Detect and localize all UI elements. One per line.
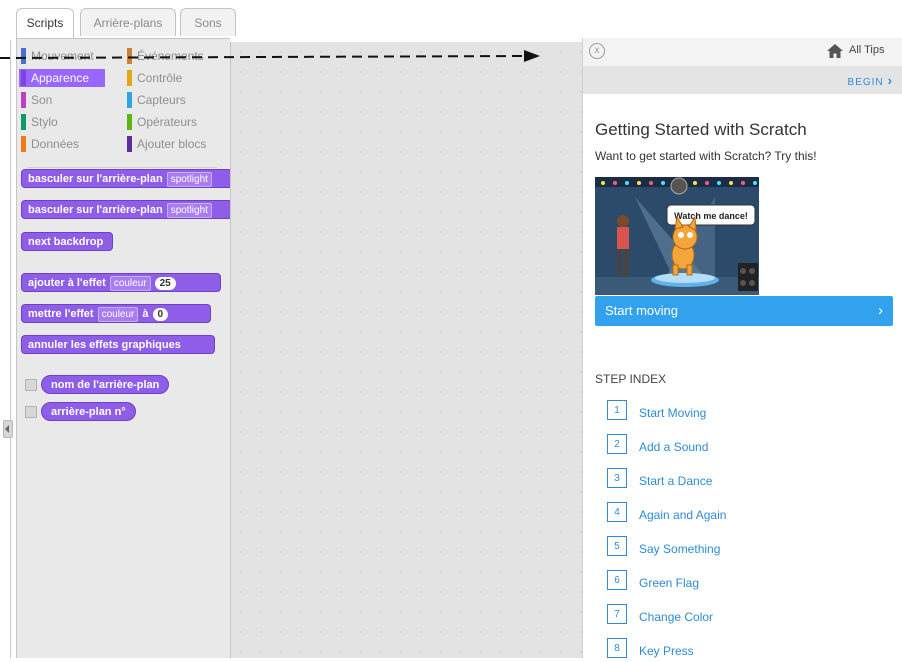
effect-dropdown[interactable]: couleur xyxy=(97,307,139,322)
gutter-divider xyxy=(10,40,11,658)
category-looks[interactable]: Apparence xyxy=(19,69,105,87)
step-number: 2 xyxy=(607,434,627,454)
category-color-swatch xyxy=(127,114,132,130)
home-icon[interactable] xyxy=(827,44,843,58)
step-label: Key Press xyxy=(639,644,694,658)
left-gutter xyxy=(0,0,10,658)
block-palette: Mouvement Événements Apparence Contrôle … xyxy=(16,38,233,658)
backdrop-name-checkbox[interactable] xyxy=(25,379,37,391)
set-effect-block[interactable]: mettre l'effet couleur à 0 xyxy=(21,304,211,323)
category-motion[interactable]: Mouvement xyxy=(19,47,105,65)
category-label: Événements xyxy=(137,49,204,63)
start-moving-label: Start moving xyxy=(605,303,678,318)
tips-subtitle: Want to get started with Scratch? Try th… xyxy=(595,149,817,163)
category-color-swatch xyxy=(21,70,26,86)
tab-scripts[interactable]: Scripts xyxy=(16,8,74,39)
category-sensing[interactable]: Capteurs xyxy=(125,91,225,109)
category-color-swatch xyxy=(127,136,132,152)
scripts-area[interactable] xyxy=(230,42,582,658)
step-number: 6 xyxy=(607,570,627,590)
backdrop-name-reporter[interactable]: nom de l'arrière-plan xyxy=(41,375,170,394)
category-color-swatch xyxy=(21,136,26,152)
step-number: 1 xyxy=(607,400,627,420)
category-label: Mouvement xyxy=(31,49,94,63)
tab-sounds[interactable]: Sons xyxy=(180,8,236,36)
category-label: Apparence xyxy=(31,71,90,85)
speech-bubble-text: Watch me dance! xyxy=(674,211,748,221)
category-color-swatch xyxy=(127,92,132,108)
step-index-title: STEP INDEX xyxy=(595,372,667,386)
category-data[interactable]: Données xyxy=(19,135,105,153)
category-color-swatch xyxy=(127,48,132,64)
step-label: Change Color xyxy=(639,610,714,624)
begin-bar: BEGIN › xyxy=(583,66,902,94)
step-number: 8 xyxy=(607,638,627,658)
category-more-blocks[interactable]: Ajouter blocs xyxy=(125,135,225,153)
step-number: 7 xyxy=(607,604,627,624)
category-color-swatch xyxy=(21,114,26,130)
category-label: Stylo xyxy=(31,115,58,129)
change-effect-block[interactable]: ajouter à l'effet couleur 25 xyxy=(21,273,221,292)
tips-title: Getting Started with Scratch xyxy=(595,120,807,139)
category-label: Capteurs xyxy=(137,93,186,107)
backdrop-number-reporter[interactable]: arrière-plan n° xyxy=(41,402,136,421)
category-color-swatch xyxy=(21,92,26,108)
category-pen[interactable]: Stylo xyxy=(19,113,105,131)
step-label: Start Moving xyxy=(639,406,707,420)
block-text: basculer sur l'arrière-plan xyxy=(28,204,163,216)
effect-value-input[interactable]: 0 xyxy=(152,308,169,321)
category-label: Opérateurs xyxy=(137,115,198,129)
category-control[interactable]: Contrôle xyxy=(125,69,225,87)
close-tips-icon[interactable]: x xyxy=(589,43,605,59)
backdrop-dropdown[interactable]: spotlight xyxy=(166,203,212,218)
tips-header: x All Tips xyxy=(583,38,902,67)
block-text: à xyxy=(142,308,149,320)
step-number: 4 xyxy=(607,502,627,522)
backdrop-number-checkbox[interactable] xyxy=(25,406,37,418)
effect-amount-input[interactable]: 25 xyxy=(154,277,176,290)
block-text: annuler les effets graphiques xyxy=(28,339,181,351)
step-label: Say Something xyxy=(639,542,721,556)
block-text: basculer sur l'arrière-plan xyxy=(28,173,163,185)
tips-panel: x All Tips BEGIN › Getting Started with S… xyxy=(582,38,902,658)
block-text: next backdrop xyxy=(28,236,104,248)
collapse-left-arrow-icon[interactable] xyxy=(3,420,13,438)
all-tips-link[interactable]: All Tips xyxy=(849,44,884,56)
block-text: ajouter à l'effet xyxy=(28,277,106,289)
category-label: Son xyxy=(31,93,53,107)
switch-backdrop-and-wait-block[interactable]: basculer sur l'arrière-plan spotlight xyxy=(21,200,233,219)
step-number: 5 xyxy=(607,536,627,556)
start-moving-button[interactable]: Start moving › xyxy=(595,296,893,326)
chevron-right-icon: › xyxy=(878,302,883,319)
block-text: mettre l'effet xyxy=(28,308,94,320)
step-label: Start a Dance xyxy=(639,474,713,488)
category-events[interactable]: Événements xyxy=(125,47,225,65)
begin-label: BEGIN xyxy=(847,77,884,88)
category-color-swatch xyxy=(21,48,26,64)
dance-illustration: Watch me dance! xyxy=(595,177,759,295)
switch-backdrop-block[interactable]: basculer sur l'arrière-plan spotlight xyxy=(21,169,233,188)
category-label: Ajouter blocs xyxy=(137,137,207,151)
category-color-swatch xyxy=(127,70,132,86)
begin-link[interactable]: BEGIN › xyxy=(848,73,893,88)
category-label: Données xyxy=(31,137,80,151)
category-operators[interactable]: Opérateurs xyxy=(125,113,225,131)
step-label: Again and Again xyxy=(639,508,727,522)
chevron-right-icon: › xyxy=(887,73,893,88)
step-label: Add a Sound xyxy=(639,440,709,454)
category-divider xyxy=(27,167,217,168)
tab-backdrops[interactable]: Arrière-plans xyxy=(80,8,176,36)
effect-dropdown[interactable]: couleur xyxy=(109,276,151,291)
clear-graphic-effects-block[interactable]: annuler les effets graphiques xyxy=(21,335,215,354)
category-label: Contrôle xyxy=(137,71,183,85)
backdrop-dropdown[interactable]: spotlight xyxy=(166,172,212,187)
category-sound[interactable]: Son xyxy=(19,91,105,109)
next-backdrop-block[interactable]: next backdrop xyxy=(21,232,113,251)
step-label: Green Flag xyxy=(639,576,700,590)
step-number: 3 xyxy=(607,468,627,488)
